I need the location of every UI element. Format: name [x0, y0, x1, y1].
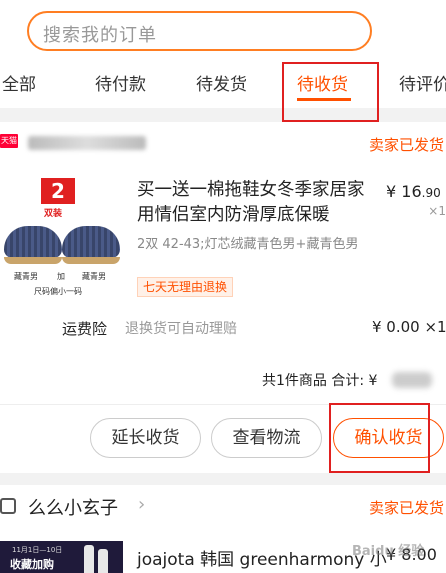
chevron-right-icon[interactable]: ›	[138, 494, 145, 515]
thumb-badge-number: 2	[41, 178, 75, 204]
thumb-promo-text: 收藏加购	[10, 558, 54, 571]
search-input[interactable]: 搜索我的订单	[27, 11, 372, 51]
highlight-frame-tab	[282, 62, 379, 122]
tab-pending-payment[interactable]: 待付款	[95, 70, 146, 95]
shop-name-redacted	[28, 136, 146, 150]
watermark-text: Baidu 经验	[352, 544, 425, 559]
slipper-image	[4, 226, 62, 258]
tmall-store-badge: 天猫	[0, 134, 18, 148]
thumb-promo-date: 11月1日—10日	[12, 546, 63, 554]
product-thumbnail[interactable]: 2 双装 藏青男 加 藏青男 尺码偏小一码	[0, 176, 123, 300]
highlight-frame-confirm	[329, 403, 430, 473]
tab-pending-shipment[interactable]: 待发货	[196, 70, 247, 95]
order-status: 卖家已发货	[368, 499, 444, 517]
shipping-insurance-label: 运费险	[62, 320, 108, 338]
return-policy-tag: 七天无理由退换	[137, 277, 234, 297]
order-card: 么么小玄子 › 卖家已发货 11月1日—10日 收藏加购 joajota 韩国 …	[0, 485, 446, 573]
view-logistics-button[interactable]: 查看物流	[211, 418, 322, 458]
thumb-caption-bottom: 尺码偏小一码	[34, 287, 82, 296]
thumb-caption-right: 藏青男	[82, 272, 106, 281]
slipper-sole	[4, 257, 62, 264]
shipping-insurance-desc: 退换货可自动理赔	[125, 321, 237, 337]
product-title[interactable]: 买一送一棉拖鞋女冬季家居家用情侣室内防滑厚底保暖	[137, 178, 372, 228]
order-list-screen: 搜索我的订单 全部 待付款 待发货 待收货 待评价 天猫 卖家已发货 2 双装 …	[0, 0, 446, 573]
product-title[interactable]: joajota 韩国 greenharmony 小	[137, 545, 387, 570]
shop-name[interactable]: 么么小玄子	[28, 494, 118, 520]
shop-row[interactable]: 天猫 卖家已发货	[0, 122, 446, 164]
price-integer: 16	[401, 182, 422, 201]
thumb-caption-left: 藏青男	[14, 272, 38, 281]
search-placeholder: 搜索我的订单	[43, 25, 157, 46]
order-total-redacted	[392, 372, 432, 388]
slipper-image	[62, 226, 120, 258]
product-quantity: ×1	[428, 204, 446, 218]
shipping-insurance-price: ¥ 0.00 ×1	[372, 318, 446, 336]
shop-icon	[0, 498, 16, 514]
price-symbol: ¥	[386, 182, 397, 201]
price-decimal: .90	[421, 186, 441, 200]
tab-pending-review[interactable]: 待评价	[399, 70, 446, 95]
product-sku: 2双 42-43;灯芯绒藏青色男+藏青色男	[137, 237, 359, 252]
slipper-sole	[62, 257, 120, 264]
order-card: 天猫 卖家已发货 2 双装 藏青男 加 藏青男 尺码偏小一码 买一送一棉拖鞋女冬…	[0, 122, 446, 473]
header: 搜索我的订单 全部 待付款 待发货 待收货 待评价	[0, 0, 446, 122]
thumb-caption-mid: 加	[57, 272, 65, 281]
extend-receipt-button[interactable]: 延长收货	[90, 418, 201, 458]
product-price: ¥ 16.90	[386, 182, 441, 201]
order-status: 卖家已发货	[368, 136, 444, 154]
order-summary: 共1件商品 合计: ¥	[262, 373, 378, 389]
tab-all[interactable]: 全部	[2, 70, 36, 95]
product-thumbnail[interactable]: 11月1日—10日 收藏加购	[0, 541, 123, 573]
product-bottle-image	[84, 545, 94, 573]
order-status-tabs: 全部 待付款 待发货 待收货 待评价	[0, 62, 446, 104]
thumb-badge-text: 双装	[44, 209, 63, 219]
product-bottle-image	[98, 549, 108, 573]
